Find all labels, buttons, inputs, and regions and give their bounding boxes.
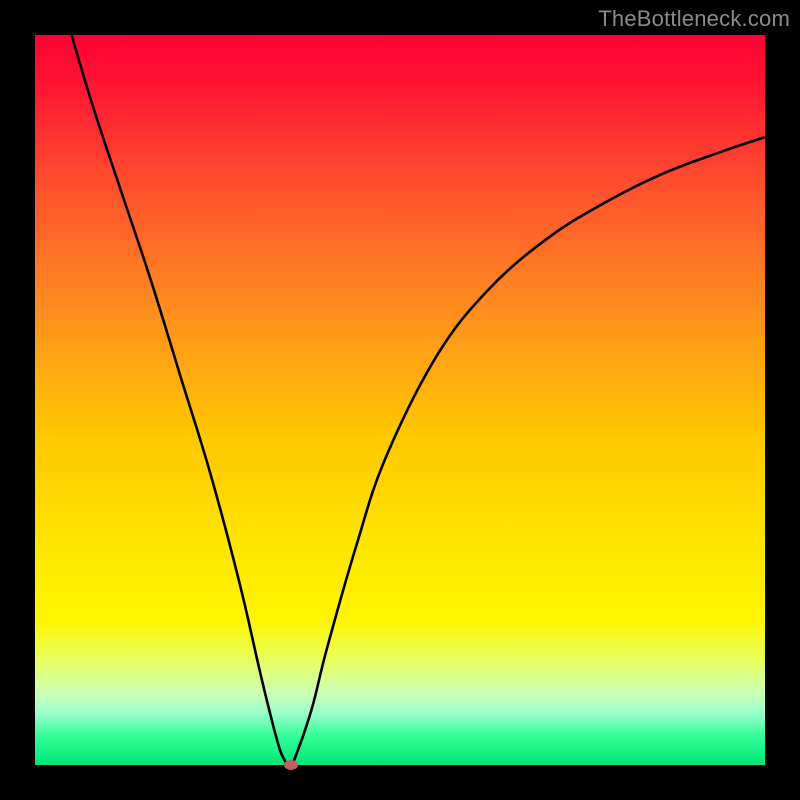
- watermark-text: TheBottleneck.com: [598, 6, 790, 32]
- plot-area: [35, 35, 765, 765]
- chart-frame: TheBottleneck.com: [0, 0, 800, 800]
- curve-path: [72, 35, 766, 765]
- optimal-marker: [284, 760, 298, 770]
- bottleneck-curve: [35, 35, 765, 765]
